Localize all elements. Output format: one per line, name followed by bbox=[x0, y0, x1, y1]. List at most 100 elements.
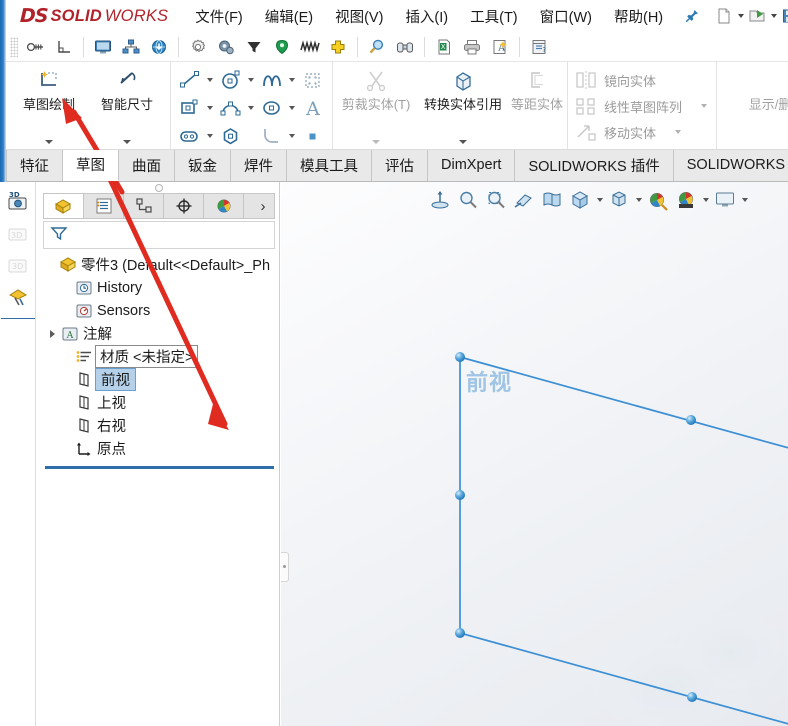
tab-solidworks-addins[interactable]: SOLIDWORKS 插件 bbox=[515, 150, 674, 181]
tab-surfaces[interactable]: 曲面 bbox=[119, 150, 175, 181]
magnifier-icon[interactable] bbox=[363, 34, 391, 60]
toolbar-grip[interactable] bbox=[10, 36, 18, 57]
point-cell[interactable] bbox=[298, 123, 328, 149]
gear-icon[interactable] bbox=[184, 34, 212, 60]
tree-node-top-plane[interactable]: 上视 bbox=[37, 391, 279, 414]
tree-filter-bar[interactable] bbox=[43, 221, 275, 249]
corner-icon[interactable] bbox=[50, 34, 78, 60]
configuration-manager-tab[interactable] bbox=[124, 194, 164, 218]
menu-insert[interactable]: 插入(I) bbox=[394, 2, 459, 31]
spring-icon[interactable] bbox=[296, 34, 324, 60]
globe-download-icon[interactable] bbox=[145, 34, 173, 60]
tree-node-history[interactable]: History bbox=[37, 276, 279, 299]
rectangle-cell[interactable] bbox=[175, 95, 216, 121]
bolt-icon[interactable] bbox=[22, 34, 50, 60]
feature-tree-rollback-bar[interactable] bbox=[45, 466, 274, 469]
spellcheck-icon[interactable]: A bbox=[486, 34, 514, 60]
expander[interactable] bbox=[45, 330, 59, 338]
fillet-cell[interactable] bbox=[257, 123, 298, 149]
linear-pattern-command[interactable]: 线性草图阵列 bbox=[572, 93, 712, 119]
circle-cell[interactable] bbox=[216, 67, 257, 93]
move-entities-command[interactable]: 移动实体 bbox=[572, 119, 712, 145]
feature-tree-tab[interactable] bbox=[44, 194, 84, 218]
tab-solidworks-mbd[interactable]: SOLIDWORKS MI bbox=[673, 150, 788, 181]
menu-view[interactable]: 视图(V) bbox=[324, 2, 394, 31]
linear-pattern-caret[interactable] bbox=[696, 94, 712, 118]
slot-cell[interactable] bbox=[175, 123, 216, 149]
binoculars-icon[interactable] bbox=[391, 34, 419, 60]
offset-entities-command[interactable]: 等距实体 bbox=[511, 62, 563, 149]
open-folder-icon[interactable] bbox=[745, 4, 769, 28]
fillet-caret[interactable] bbox=[286, 124, 297, 148]
sketch-geometry[interactable] bbox=[281, 182, 788, 726]
rectangle-caret[interactable] bbox=[204, 96, 215, 120]
smart-dimension-command[interactable]: 智能尺寸 bbox=[88, 62, 166, 149]
tree-node-part[interactable]: 零件3 (Default<<Default>_Ph bbox=[37, 253, 279, 276]
menu-window[interactable]: 窗口(W) bbox=[529, 2, 603, 31]
dimxpert-manager-tab[interactable] bbox=[164, 194, 204, 218]
convert-entities-caret[interactable] bbox=[459, 140, 467, 144]
menu-tools[interactable]: 工具(T) bbox=[459, 2, 529, 31]
tab-mold-tools[interactable]: 模具工具 bbox=[287, 150, 372, 181]
new-document-icon[interactable] bbox=[712, 4, 736, 28]
sketch-command-caret[interactable] bbox=[45, 140, 53, 144]
tree-node-front-plane[interactable]: 前视 bbox=[37, 368, 279, 391]
appearance-brush-icon[interactable] bbox=[3, 282, 33, 310]
ellipse-cell[interactable] bbox=[257, 95, 298, 121]
arc-cell[interactable] bbox=[216, 95, 257, 121]
3d-markup-icon[interactable]: 3D bbox=[3, 250, 33, 278]
menu-help[interactable]: 帮助(H) bbox=[603, 2, 674, 31]
panel-resize-handle[interactable] bbox=[155, 184, 163, 192]
tree-node-origin[interactable]: 原点 bbox=[37, 437, 279, 460]
monitor-icon[interactable] bbox=[89, 34, 117, 60]
tree-node-right-plane[interactable]: 右视 bbox=[37, 414, 279, 437]
smart-dimension-caret[interactable] bbox=[123, 140, 131, 144]
arc-caret[interactable] bbox=[245, 96, 256, 120]
text-cell[interactable]: A bbox=[298, 95, 328, 121]
excel-icon[interactable]: X bbox=[430, 34, 458, 60]
convert-entities-command[interactable]: 转换实体引用 bbox=[415, 62, 511, 149]
circle-caret[interactable] bbox=[245, 68, 256, 92]
line-cell[interactable] bbox=[175, 67, 216, 93]
line-caret[interactable] bbox=[204, 68, 215, 92]
funnel-icon[interactable] bbox=[240, 34, 268, 60]
mirror-entities-command[interactable]: 镜向实体 bbox=[572, 67, 712, 93]
shield-green-icon[interactable] bbox=[268, 34, 296, 60]
spline-caret[interactable] bbox=[286, 68, 297, 92]
tab-weldments[interactable]: 焊件 bbox=[231, 150, 287, 181]
tree-node-annotations[interactable]: A 注解 bbox=[37, 322, 279, 345]
3d-instant-icon[interactable]: 3D bbox=[3, 218, 33, 246]
polygon-cell[interactable] bbox=[216, 123, 257, 149]
tree-node-sensors[interactable]: Sensors bbox=[37, 299, 279, 322]
3d-camera-icon[interactable]: 3D bbox=[3, 186, 33, 214]
tab-dimxpert[interactable]: DimXpert bbox=[428, 150, 516, 181]
tab-sketch[interactable]: 草图 bbox=[63, 150, 119, 181]
menu-edit[interactable]: 编辑(E) bbox=[254, 2, 324, 31]
tab-features[interactable]: 特征 bbox=[6, 150, 63, 181]
cross-yellow-icon[interactable] bbox=[324, 34, 352, 60]
trim-entities-caret[interactable] bbox=[372, 140, 380, 144]
tree-node-material[interactable]: 材质 <未指定> bbox=[37, 345, 279, 368]
report-icon[interactable]: ? bbox=[525, 34, 553, 60]
graphics-area[interactable]: 前视 bbox=[281, 182, 788, 726]
network-icon[interactable] bbox=[117, 34, 145, 60]
move-entities-caret[interactable] bbox=[670, 120, 686, 144]
tab-sheet-metal[interactable]: 钣金 bbox=[175, 150, 231, 181]
display-manager-tab[interactable] bbox=[204, 194, 244, 218]
menu-file[interactable]: 文件(F) bbox=[184, 2, 254, 31]
sketch-pattern-cell[interactable] bbox=[298, 67, 328, 93]
slot-caret[interactable] bbox=[204, 124, 215, 148]
spline-cell[interactable] bbox=[257, 67, 298, 93]
gears-icon[interactable] bbox=[212, 34, 240, 60]
pin-icon[interactable] bbox=[684, 4, 700, 28]
save-icon[interactable] bbox=[778, 4, 788, 28]
ellipse-caret[interactable] bbox=[286, 96, 297, 120]
chevron-right-icon[interactable]: › bbox=[252, 198, 274, 215]
display-delete-relations-command[interactable]: 显示/删除几何关 bbox=[721, 62, 788, 149]
new-document-caret[interactable] bbox=[736, 5, 745, 27]
printer-icon[interactable] bbox=[458, 34, 486, 60]
open-folder-caret[interactable] bbox=[769, 5, 778, 27]
tab-evaluate[interactable]: 评估 bbox=[372, 150, 428, 181]
trim-entities-command[interactable]: 剪裁实体(T) bbox=[337, 62, 415, 149]
sketch-command[interactable]: 草图绘制 bbox=[10, 62, 88, 149]
